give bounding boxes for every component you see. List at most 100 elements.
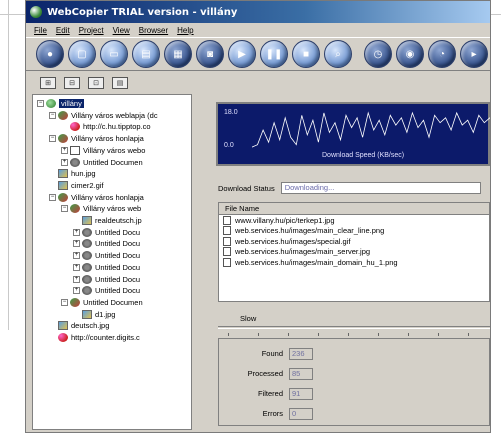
collapse-tree-icon[interactable]: ⊟	[64, 77, 80, 89]
pause-button[interactable]: ❚❚	[260, 40, 288, 68]
img-icon	[58, 321, 68, 331]
tree-item-label: http://counter.digits.c	[71, 333, 140, 342]
tree-expander[interactable]: −	[49, 193, 56, 201]
find-button[interactable]: ⌕	[324, 40, 352, 68]
update-button[interactable]: ◉	[396, 40, 424, 68]
settings-button[interactable]: ◙	[196, 40, 224, 68]
file-list: File Name www.villany.hu/pic/terkep1.jpg…	[218, 202, 490, 302]
new-project-button[interactable]: ●	[36, 40, 64, 68]
image-file-icon	[223, 247, 231, 257]
tree-item[interactable]: deutsch.jpg	[49, 320, 109, 331]
tree-item[interactable]: − Villány város honlapja	[49, 133, 144, 144]
stop-button[interactable]: ■	[292, 40, 320, 68]
start-button[interactable]: ▶	[228, 40, 256, 68]
tree-expander[interactable]: −	[49, 111, 56, 119]
list-item[interactable]: web.services.hu/images/main_server.jpg	[219, 247, 489, 258]
speed-label: Slow	[240, 314, 257, 323]
list-item[interactable]: www.villany.hu/pic/terkep1.jpg	[219, 215, 489, 226]
menu-help[interactable]: Help	[177, 26, 193, 35]
image-file-icon	[223, 257, 231, 267]
menu-edit[interactable]: Edit	[56, 26, 70, 35]
tree-expander[interactable]: +	[73, 252, 80, 260]
tree-item[interactable]: − Villány város weblapja (dc	[49, 110, 158, 121]
speed-line	[252, 111, 490, 148]
filter-tree-icon[interactable]: ⊡	[88, 77, 104, 89]
filtered-label: Filtered	[257, 389, 283, 398]
tree-item[interactable]: − Untitled Documen	[61, 297, 143, 308]
tree-expander[interactable]: +	[73, 275, 80, 283]
tree-expander[interactable]: +	[73, 287, 80, 295]
save-button[interactable]: ▭	[100, 40, 128, 68]
img-icon	[82, 216, 92, 225]
tree-item[interactable]: + Untitled Docu	[73, 227, 140, 238]
tree-item[interactable]: http://counter.digits.c	[49, 332, 140, 343]
img-icon	[58, 169, 68, 179]
gear-icon	[82, 262, 92, 272]
tree-item[interactable]: + Villány város webo	[61, 145, 145, 156]
slider-track[interactable]	[218, 326, 490, 329]
tree-item-label: Villány város weblapja (dc	[71, 110, 158, 120]
doc-icon	[70, 145, 80, 155]
tree-expander[interactable]: +	[73, 228, 80, 236]
tree-item[interactable]: + Untitled Docu	[73, 238, 140, 249]
menu-browser[interactable]: Browser	[139, 26, 168, 35]
site-icon	[58, 192, 68, 202]
tree-item[interactable]: − Villány város web	[61, 203, 141, 214]
tree-item[interactable]: + Untitled Docu	[73, 250, 140, 261]
image-file-icon	[223, 236, 231, 246]
project-tree[interactable]: − villány − Villány város weblapja (dc http:…	[32, 94, 192, 430]
list-item[interactable]: web.services.hu/images/special.gif	[219, 236, 489, 247]
tree-expander[interactable]: −	[61, 205, 68, 213]
tree-item[interactable]: realdeutsch.jp	[73, 215, 142, 226]
frame-line-left	[8, 0, 9, 330]
tree-item[interactable]: cimer2.gif	[49, 180, 104, 191]
gear-icon	[82, 286, 92, 296]
tree-expander[interactable]: +	[73, 263, 80, 271]
menu-file[interactable]: File	[34, 26, 47, 35]
found-value: 236	[289, 348, 313, 360]
list-item[interactable]: web.services.hu/images/main_clear_line.p…	[219, 226, 489, 237]
img-icon	[82, 309, 92, 319]
menu-view[interactable]: View	[113, 26, 130, 35]
menu-project[interactable]: Project	[79, 26, 104, 35]
tree-item-label: Untitled Docu	[95, 227, 141, 237]
tree-item[interactable]: + Untitled Documen	[61, 157, 143, 168]
tree-item[interactable]: + Untitled Docu	[73, 285, 140, 296]
tree-item-label: hun.jpg	[71, 169, 96, 179]
file-name-column-header[interactable]: File Name	[219, 203, 489, 215]
tree-expander[interactable]: +	[61, 158, 68, 166]
expand-tree-icon[interactable]: ⊞	[40, 77, 56, 89]
timer-button[interactable]: ◔	[428, 40, 456, 68]
tree-item[interactable]: − Villány város honlapja	[49, 192, 144, 203]
tree-item[interactable]: hun.jpg	[49, 168, 96, 179]
tree-expander[interactable]: +	[73, 240, 80, 248]
tree-item[interactable]: + Untitled Docu	[73, 262, 140, 273]
scheduler-button[interactable]: ◷	[364, 40, 392, 68]
download-panel: 18.0 0.0 Download Speed (KB/sec) Downloa…	[196, 72, 490, 432]
tree-expander[interactable]: +	[61, 146, 68, 154]
tree-item-label: Untitled Docu	[95, 286, 141, 296]
close-project-button[interactable]: ▤	[132, 40, 160, 68]
print-button[interactable]: ▦	[164, 40, 192, 68]
open-button[interactable]: ▢	[68, 40, 96, 68]
site-icon	[70, 297, 80, 307]
tree-item-label: Villány város honlapja	[71, 134, 144, 144]
graph-min-label: 0.0	[224, 142, 234, 149]
tree-item[interactable]: − villány	[37, 98, 84, 109]
list-item[interactable]: web.services.hu/images/main_domain_hu_1.…	[219, 257, 489, 268]
errors-value: 0	[289, 408, 313, 420]
tree-item[interactable]: + Untitled Docu	[73, 274, 140, 285]
properties-icon[interactable]: ▤	[112, 77, 128, 89]
more-button[interactable]: ▸	[460, 40, 488, 68]
download-status-field: Downloading...	[280, 182, 481, 194]
content-area: ⊞ ⊟ ⊡ ▤ − villány − Villány város weblapja …	[26, 72, 490, 432]
site-icon	[58, 134, 68, 144]
tree-item-label: villány	[59, 99, 84, 108]
graph-max-label: 18.0	[224, 109, 238, 116]
tree-item[interactable]: d1.jpg	[73, 309, 115, 320]
speed-slider[interactable]: Slow	[218, 312, 490, 336]
tree-expander[interactable]: −	[61, 298, 68, 306]
tree-item[interactable]: http://c.hu.tipptop.co	[61, 121, 151, 132]
tree-expander[interactable]: −	[37, 100, 44, 107]
tree-expander[interactable]: −	[49, 135, 56, 143]
